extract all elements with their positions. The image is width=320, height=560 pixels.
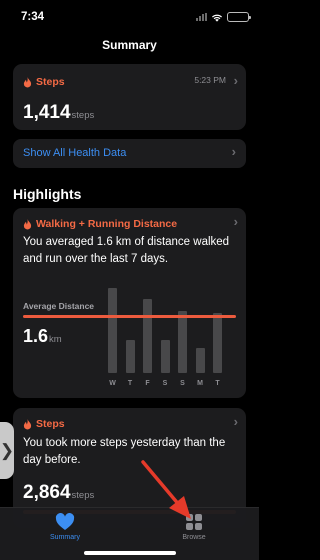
average-distance-value: 1.6km [23,326,62,347]
distance-bar [178,311,187,373]
day-label: S [162,380,168,387]
distance-card-title: Walking + Running Distance [36,218,178,230]
distance-bar [195,348,205,373]
wifi-icon [212,14,222,22]
grid-icon [186,514,202,530]
steps-highlight-value: 2,864steps [23,482,94,504]
day-label: T [215,380,220,387]
flame-icon [23,76,32,87]
tab-summary[interactable]: Summary [25,513,105,541]
chevron-right-icon: › [231,144,236,159]
chevron-right-icon: › [233,73,238,88]
status-time: 7:34 [21,11,45,23]
steps-highlight-text: You took more steps yesterday than the d… [23,437,226,466]
steps-card-time: 5:23 PM [194,75,226,85]
day-label: F [145,380,150,387]
distance-card-header: Walking + Running Distance [23,218,177,230]
steps-card-title: Steps [36,76,65,88]
steps-highlight-title: Steps [36,418,65,430]
show-all-health-data-label: Show All Health Data [23,147,127,159]
distance-bar [143,299,152,373]
steps-card-header: Steps [23,76,65,88]
distance-bar [108,288,117,373]
chevron-right-icon: ❯ [0,440,15,460]
battery-icon [227,12,251,22]
day-label: W [109,380,116,387]
distance-bar [213,313,222,373]
show-all-health-data-button[interactable]: Show All Health Data › [13,139,246,168]
chevron-right-icon: › [233,214,238,229]
steps-value: 1,414steps [23,102,94,124]
tab-summary-label: Summary [50,534,80,541]
steps-highlight-header: Steps [23,418,65,430]
steps-card[interactable]: Steps 5:23 PM › 1,414steps [13,64,246,130]
distance-bar [160,340,170,373]
page-title: Summary [102,38,157,52]
status-icons [196,12,251,22]
tab-browse[interactable]: Browse [154,513,234,541]
steps-unit: steps [71,110,95,121]
average-line [23,315,236,318]
flame-icon [23,218,32,229]
day-label: M [197,380,203,387]
cellular-signal-icon [196,13,207,21]
distance-summary-text: You averaged 1.6 km of distance walked a… [23,236,230,265]
heart-icon [55,513,75,530]
chevron-right-icon: › [233,414,238,429]
home-indicator [84,551,176,555]
average-distance-label: Average Distance [23,301,95,311]
status-bar: 7:34 [0,0,259,34]
side-panel-handle[interactable]: ❯ [0,422,14,479]
highlights-title: Highlights [13,186,82,202]
day-label: T [127,380,133,387]
distance-bar [125,340,135,373]
day-label: S [180,380,185,387]
average-distance-unit: km [49,334,62,345]
steps-count: 1,414 [23,102,71,123]
flame-icon [23,418,32,429]
average-distance-number: 1.6 [23,326,49,346]
steps-highlight-unit: steps [71,490,95,501]
distance-highlight-card[interactable]: Walking + Running Distance › You average… [13,208,246,398]
tab-browse-label: Browse [182,534,206,541]
steps-highlight-count: 2,864 [23,482,71,503]
